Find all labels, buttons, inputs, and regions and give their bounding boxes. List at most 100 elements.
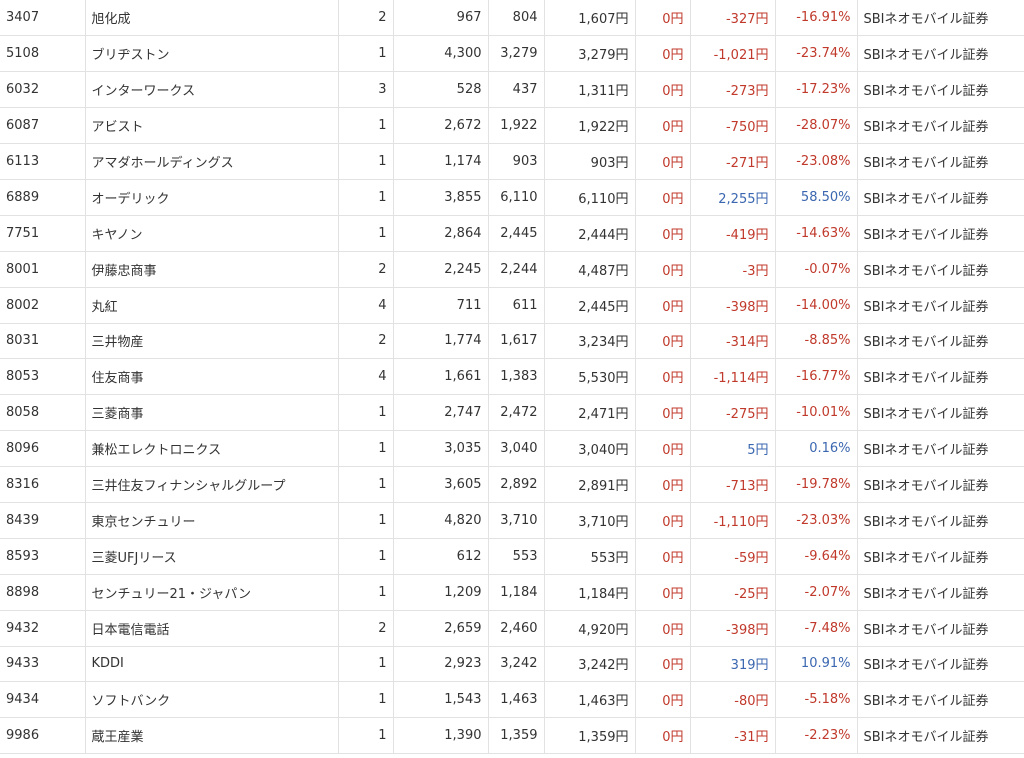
dividend-cell: 0円 [635,717,691,755]
profit-loss-percent-cell: -19.78% [775,466,858,503]
current-price-cell: 1,383 [488,358,545,396]
quantity-cell: 2 [338,610,394,647]
profit-loss-percent-cell: -16.91% [775,0,858,37]
acquisition-price-cell: 2,747 [393,394,489,432]
profit-loss-percent-cell: -14.63% [775,215,858,252]
acquisition-price-cell: 711 [393,287,489,324]
broker-cell: SBIネオモバイル証券 [857,179,1024,216]
table-row: 8316 三井住友フィナンシャルグループ 1 3,605 2,892 2,891円 0円 -7… [0,466,1024,503]
stock-name-cell: KDDI [85,646,339,683]
profit-loss-cell: -398円 [690,287,776,324]
profit-loss-cell: -3円 [690,251,776,288]
profit-loss-cell: -273円 [690,71,776,109]
market-value-cell: 3,040円 [544,430,636,468]
market-value-cell: 1,922円 [544,107,636,145]
profit-loss-percent-cell: -10.01% [775,394,858,432]
profit-loss-percent-cell: -23.08% [775,143,858,180]
acquisition-price-cell: 1,390 [393,717,489,755]
profit-loss-percent-cell: -16.77% [775,358,858,396]
table-row: 8053 住友商事 4 1,661 1,383 5,530円 0円 -1,114円 -16.77… [0,358,1024,396]
quantity-cell: 1 [338,646,394,683]
stock-code-cell: 7751 [0,215,86,252]
quantity-cell: 1 [338,394,394,432]
current-price-cell: 437 [488,71,545,109]
stock-name-cell: 蔵王産業 [85,717,339,755]
broker-cell: SBIネオモバイル証券 [857,681,1024,719]
profit-loss-cell: -314円 [690,323,776,360]
broker-cell: SBIネオモバイル証券 [857,502,1024,539]
dividend-cell: 0円 [635,394,691,432]
stock-code-cell: 8898 [0,574,86,611]
broker-cell: SBIネオモバイル証券 [857,251,1024,288]
quantity-cell: 2 [338,0,394,37]
market-value-cell: 1,463円 [544,681,636,719]
dividend-cell: 0円 [635,251,691,288]
market-value-cell: 6,110円 [544,179,636,216]
table-row: 8593 三菱UFJリース 1 612 553 553円 0円 -59円 -9.64% SBIネオ… [0,538,1024,575]
stock-name-cell: 伊藤忠商事 [85,251,339,288]
dividend-cell: 0円 [635,681,691,719]
quantity-cell: 1 [338,179,394,216]
table-row: 9986 蔵王産業 1 1,390 1,359 1,359円 0円 -31円 -2.23% SBI… [0,717,1024,755]
table-row: 8031 三井物産 2 1,774 1,617 3,234円 0円 -314円 -8.85% SB… [0,323,1024,360]
current-price-cell: 2,445 [488,215,545,252]
market-value-cell: 4,487円 [544,251,636,288]
current-price-cell: 1,359 [488,717,545,755]
dividend-cell: 0円 [635,574,691,611]
market-value-cell: 1,607円 [544,0,636,37]
table-row: 8898 センチュリー21・ジャパン 1 1,209 1,184 1,184円 0円 -25円… [0,574,1024,611]
stock-name-cell: ブリヂストン [85,35,339,73]
stock-code-cell: 6113 [0,143,86,180]
market-value-cell: 2,891円 [544,466,636,503]
profit-loss-cell: -271円 [690,143,776,180]
current-price-cell: 1,184 [488,574,545,611]
current-price-cell: 3,040 [488,430,545,468]
quantity-cell: 1 [338,143,394,180]
profit-loss-percent-cell: -9.64% [775,538,858,575]
broker-cell: SBIネオモバイル証券 [857,35,1024,73]
dividend-cell: 0円 [635,646,691,683]
stock-name-cell: 兼松エレクトロニクス [85,430,339,468]
stock-code-cell: 6032 [0,71,86,109]
stock-name-cell: 東京センチュリー [85,502,339,539]
stock-name-cell: オーデリック [85,179,339,216]
broker-cell: SBIネオモバイル証券 [857,0,1024,37]
quantity-cell: 4 [338,358,394,396]
acquisition-price-cell: 1,174 [393,143,489,180]
current-price-cell: 6,110 [488,179,545,216]
market-value-cell: 3,242円 [544,646,636,683]
dividend-cell: 0円 [635,430,691,468]
quantity-cell: 1 [338,717,394,755]
stock-code-cell: 8316 [0,466,86,503]
market-value-cell: 1,359円 [544,717,636,755]
acquisition-price-cell: 1,661 [393,358,489,396]
stock-name-cell: ソフトバンク [85,681,339,719]
profit-loss-cell: -713円 [690,466,776,503]
current-price-cell: 1,463 [488,681,545,719]
acquisition-price-cell: 4,300 [393,35,489,73]
table-row: 6889 オーデリック 1 3,855 6,110 6,110円 0円 2,255円 58.50… [0,179,1024,216]
table-row: 6032 インターワークス 3 528 437 1,311円 0円 -273円 -17.23% S… [0,71,1024,109]
stock-name-cell: センチュリー21・ジャパン [85,574,339,611]
stock-code-cell: 8031 [0,323,86,360]
table-row: 3407 旭化成 2 967 804 1,607円 0円 -327円 -16.91% SBIネオモ… [0,0,1024,37]
dividend-cell: 0円 [635,35,691,73]
current-price-cell: 1,922 [488,107,545,145]
broker-cell: SBIネオモバイル証券 [857,215,1024,252]
table-row: 9434 ソフトバンク 1 1,543 1,463 1,463円 0円 -80円 -5.18% S… [0,681,1024,719]
stock-name-cell: 丸紅 [85,287,339,324]
profit-loss-cell: -59円 [690,538,776,575]
profit-loss-cell: -327円 [690,0,776,37]
acquisition-price-cell: 3,035 [393,430,489,468]
profit-loss-cell: -275円 [690,394,776,432]
broker-cell: SBIネオモバイル証券 [857,143,1024,180]
quantity-cell: 1 [338,430,394,468]
stock-code-cell: 9434 [0,681,86,719]
table-row: 8001 伊藤忠商事 2 2,245 2,244 4,487円 0円 -3円 -0.07% SBI… [0,251,1024,288]
current-price-cell: 1,617 [488,323,545,360]
profit-loss-percent-cell: -17.23% [775,71,858,109]
profit-loss-percent-cell: -23.74% [775,35,858,73]
stock-name-cell: アマダホールディングス [85,143,339,180]
stock-code-cell: 9986 [0,717,86,755]
market-value-cell: 553円 [544,538,636,575]
